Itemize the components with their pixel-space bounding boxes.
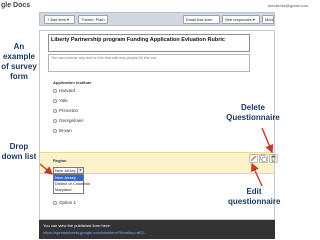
dropdown-option-maryland[interactable]: Maryland <box>54 187 83 193</box>
option-label: Yale <box>59 98 68 103</box>
email-form-button[interactable]: Email this form <box>183 15 220 24</box>
add-item-button[interactable]: + Add item ▾ <box>44 15 75 24</box>
radio-button[interactable] <box>53 119 57 123</box>
radio-option-yale[interactable]: Yale <box>53 98 68 103</box>
callout-edit-questionnaire: Edit questionnaire <box>228 187 281 206</box>
radio-button[interactable] <box>53 109 57 113</box>
see-responses-button[interactable]: See responses ▾ <box>222 15 260 24</box>
theme-button[interactable]: Theme: Plain <box>78 15 108 24</box>
publish-text: You can view the published form here: <box>43 223 111 228</box>
radio-option-georgetown[interactable]: Georgetown <box>53 118 84 123</box>
duplicate-icon[interactable] <box>259 154 268 163</box>
radio-option-princeton[interactable]: Princeton <box>53 108 78 113</box>
more-actions-button[interactable]: More actions ▾ <box>262 15 274 24</box>
published-form-link[interactable]: https://spreadsheets.google.com/viewform… <box>43 230 147 235</box>
pencil-icon[interactable] <box>249 154 258 163</box>
radio-option-1[interactable]: Option 1 <box>53 200 76 205</box>
option-label: Harvard <box>59 88 76 93</box>
option-label: Option 1 <box>59 200 77 205</box>
form-description-field[interactable]: You can include any text or info that wi… <box>48 54 250 72</box>
form-title-field[interactable]: Liberty Partnership program Funding Appl… <box>48 34 250 52</box>
publish-bar: You can view the published form here: ht… <box>39 220 275 239</box>
option-label: Brown <box>59 128 72 133</box>
docs-logo: gle Docs <box>1 2 31 9</box>
chevron-down-icon[interactable]: ▼ <box>77 168 83 173</box>
region-select[interactable]: New Jersey ▼ <box>53 167 84 174</box>
radio-button[interactable] <box>53 89 57 93</box>
trash-icon[interactable] <box>269 154 278 163</box>
option-label: Princeton <box>59 108 79 113</box>
radio-button[interactable] <box>53 99 57 103</box>
radio-button[interactable] <box>53 129 57 133</box>
callout-dropdown-list: Drop down list <box>1 142 37 161</box>
form-description-placeholder: You can include any text or info that wi… <box>51 56 158 60</box>
question-title-institute: Application Institute <box>53 80 92 85</box>
radio-option-brown[interactable]: Brown <box>53 128 72 133</box>
radio-option-harvard[interactable]: Harvard <box>53 88 75 93</box>
callout-delete-questionnaire: Delete Questionnaire <box>226 103 280 122</box>
form-title: Liberty Partnership program Funding Appl… <box>51 37 225 43</box>
user-email[interactable]: dvrobroke@gmail.com <box>268 3 308 8</box>
region-selected-value: New Jersey <box>55 168 76 173</box>
option-label: Georgetown <box>59 118 84 123</box>
callout-survey-example: An example of survey form <box>1 42 37 81</box>
question-title-region: Region <box>53 158 67 163</box>
form-toolbar: + Add item ▾ Theme: Plain Email this for… <box>39 12 275 26</box>
radio-button[interactable] <box>53 201 57 205</box>
region-dropdown-list[interactable]: New Jersey District of Columbia Maryland <box>53 174 90 194</box>
